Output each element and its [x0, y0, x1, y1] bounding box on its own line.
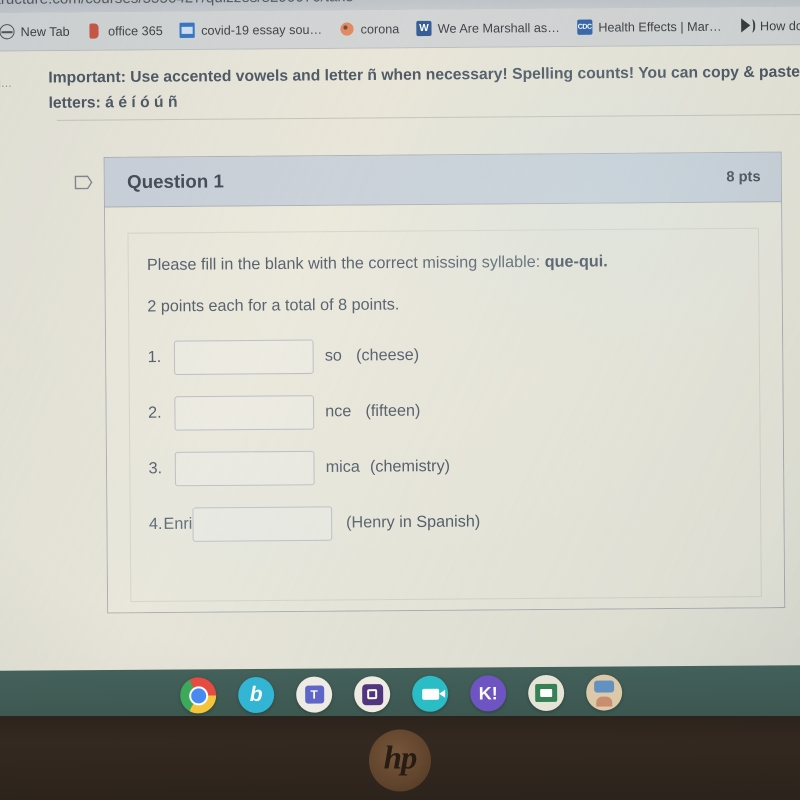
question-1-card: Question 1 8 pts Please fill in the blan… [103, 151, 786, 614]
zoom-icon[interactable] [412, 675, 449, 719]
bookmark-label: office 365 [108, 23, 163, 39]
teams-icon[interactable]: T [296, 676, 333, 713]
blank-prefix: Enri [163, 515, 193, 533]
question-1-header: Question 1 8 pts [104, 152, 782, 208]
question-1-points: 8 pts [726, 169, 761, 186]
blank-suffix: so [324, 347, 342, 365]
question-1-subprompt: 2 points each for a total of 8 points. [147, 296, 400, 316]
question-1-prompt: Please fill in the blank with the correc… [147, 251, 740, 277]
bookmark-label: New Tab [20, 24, 70, 39]
quizapp-glyph [361, 683, 383, 705]
bookmark-how-does[interactable]: How doe [738, 18, 800, 34]
taskbar: b T K! [0, 665, 800, 723]
bookmark-label: covid-19 essay sou… [201, 22, 323, 38]
photos-icon[interactable] [586, 674, 623, 711]
blank-row-2: 2. nce (fifteen) [148, 392, 741, 431]
teams-glyph: T [304, 685, 324, 704]
important-line-1: Important: Use accented vowels and lette… [48, 63, 800, 87]
url-text: structure.com/courses/5556427/quizzes/82… [0, 0, 354, 8]
blank-hint: (fifteen) [365, 402, 421, 420]
laptop-bezel: hp [0, 716, 800, 800]
blank-suffix: nce [325, 402, 352, 421]
prompt-text: Please fill in the blank with the correc… [146, 253, 545, 275]
classroom-glyph [535, 683, 558, 703]
kahoot-icon[interactable]: K! [470, 675, 507, 712]
bitmoji-icon[interactable]: b [238, 676, 275, 714]
bookmark-new-tab[interactable]: New Tab [0, 24, 70, 40]
word-icon: W [416, 20, 432, 37]
camera-glyph [421, 688, 439, 700]
important-line-2: letters: á é í ó ú ñ [48, 93, 178, 112]
bookmark-label: Health Effects | Mar… [598, 19, 722, 35]
bookmark-we-are-marshall[interactable]: W We Are Marshall as… [416, 20, 560, 37]
blank-input-2[interactable] [174, 394, 315, 431]
globe-icon [0, 24, 15, 40]
chrome-icon[interactable] [180, 677, 217, 721]
blank-input-1[interactable] [173, 339, 314, 375]
blank-row-1: 1. so (cheese) [148, 336, 741, 375]
laptop-screen-photo: structure.com/courses/5556427/quizzes/82… [0, 0, 800, 800]
classroom-icon[interactable] [528, 674, 565, 712]
office-icon [86, 23, 103, 39]
virus-icon [339, 21, 355, 37]
blank-hint: (chemistry) [369, 457, 451, 476]
blank-input-4[interactable] [192, 506, 333, 542]
hp-logo-text: hp [383, 739, 418, 776]
blank-row-4: 4. Enri (Henry in Spanish) [149, 503, 742, 542]
bitmoji-letter: b [249, 682, 263, 707]
hp-logo: hp [369, 729, 431, 792]
bookmark-label: corona [360, 21, 400, 37]
left-truncated-nav: ail… [0, 77, 13, 91]
important-notice: Important: Use accented vowels and lette… [48, 59, 800, 116]
blank-hint: (Henry in Spanish) [346, 513, 481, 532]
question-1-block: Question 1 8 pts Please fill in the blan… [73, 151, 786, 614]
blank-row-3: 3. mica (chemistry) [148, 447, 741, 487]
quizapp-icon[interactable] [354, 676, 391, 713]
question-1-title: Question 1 [126, 170, 224, 193]
kahoot-label: K! [478, 682, 498, 703]
blank-number: 2. [148, 404, 162, 422]
bookmark-label: How doe [759, 18, 800, 33]
bookmark-office-365[interactable]: office 365 [86, 23, 163, 39]
bookmark-health-effects[interactable]: CDC Health Effects | Mar… [576, 19, 722, 35]
question-1-body: Please fill in the blank with the correc… [105, 202, 785, 613]
blank-number: 4. [148, 515, 163, 533]
browser-window: structure.com/courses/5556427/quizzes/82… [0, 0, 800, 681]
bookmark-covid-essay[interactable]: covid-19 essay sou… [179, 22, 323, 38]
flag-question-icon[interactable] [73, 172, 93, 192]
question-1-inner: Please fill in the blank with the correc… [127, 227, 762, 603]
bookmark-label: We Are Marshall as… [437, 20, 560, 36]
bookmarks-bar: New Tab office 365 covid-19 essay sou… c… [0, 6, 800, 52]
bookmark-corona[interactable]: corona [339, 21, 399, 37]
blank-number: 1. [147, 348, 162, 366]
cdc-icon: CDC [576, 19, 593, 35]
blank-number: 3. [148, 459, 163, 478]
document-icon [179, 22, 196, 38]
play-icon [738, 18, 755, 34]
blank-suffix: mica [325, 458, 360, 476]
quiz-page: ail… Important: Use accented vowels and … [0, 45, 800, 681]
prompt-syllables: que-qui. [544, 253, 608, 271]
blank-hint: (cheese) [355, 346, 420, 365]
blank-input-3[interactable] [174, 450, 315, 487]
